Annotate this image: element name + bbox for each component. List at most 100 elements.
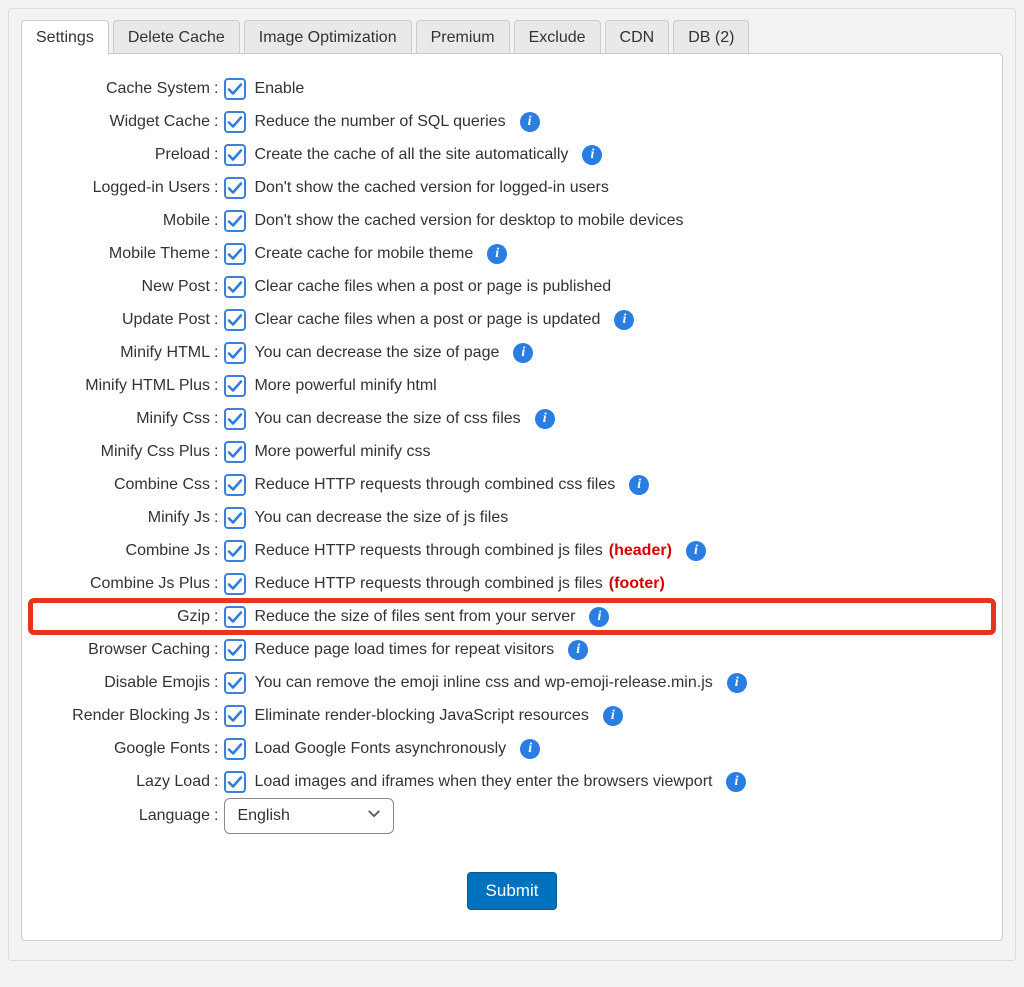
checkbox-browser-caching[interactable] bbox=[224, 639, 246, 661]
label-combine-js: Combine Js bbox=[34, 542, 214, 560]
label-widget-cache: Widget Cache bbox=[34, 113, 214, 131]
checkbox-minify-html[interactable] bbox=[224, 342, 246, 364]
colon: : bbox=[214, 509, 224, 527]
checkbox-cache-system[interactable] bbox=[224, 78, 246, 100]
checkbox-logged-in-users[interactable] bbox=[224, 177, 246, 199]
checkbox-combine-css[interactable] bbox=[224, 474, 246, 496]
row-language: Language : English bbox=[34, 798, 990, 834]
checkbox-minify-html-plus[interactable] bbox=[224, 375, 246, 397]
desc-mobile-theme: Create cache for mobile theme bbox=[254, 245, 473, 263]
info-icon[interactable]: i bbox=[603, 706, 623, 726]
row-mobile-theme: Mobile Theme:Create cache for mobile the… bbox=[34, 237, 990, 270]
label-logged-in-users: Logged-in Users bbox=[34, 179, 214, 197]
label-minify-css: Minify Css bbox=[34, 410, 214, 428]
info-icon[interactable]: i bbox=[614, 310, 634, 330]
badge-combine-js-plus: (footer) bbox=[609, 575, 665, 593]
label-disable-emojis: Disable Emojis bbox=[34, 674, 214, 692]
label-minify-css-plus: Minify Css Plus bbox=[34, 443, 214, 461]
submit-button[interactable]: Submit bbox=[467, 872, 558, 910]
checkbox-minify-js[interactable] bbox=[224, 507, 246, 529]
row-browser-caching: Browser Caching:Reduce page load times f… bbox=[34, 633, 990, 666]
row-mobile: Mobile:Don't show the cached version for… bbox=[34, 204, 990, 237]
tab-db-2[interactable]: DB (2) bbox=[673, 20, 749, 55]
info-icon[interactable]: i bbox=[568, 640, 588, 660]
colon: : bbox=[214, 542, 224, 560]
checkbox-new-post[interactable] bbox=[224, 276, 246, 298]
info-icon[interactable]: i bbox=[589, 607, 609, 627]
label-mobile: Mobile bbox=[34, 212, 214, 230]
row-new-post: New Post:Clear cache files when a post o… bbox=[34, 270, 990, 303]
checkbox-minify-css-plus[interactable] bbox=[224, 441, 246, 463]
desc-render-blocking-js: Eliminate render-blocking JavaScript res… bbox=[254, 707, 588, 725]
colon: : bbox=[214, 410, 224, 428]
colon: : bbox=[214, 740, 224, 758]
colon: : bbox=[214, 146, 224, 164]
info-icon[interactable]: i bbox=[727, 673, 747, 693]
desc-minify-css-plus: More powerful minify css bbox=[254, 443, 430, 461]
info-icon[interactable]: i bbox=[582, 145, 602, 165]
label-minify-html: Minify HTML bbox=[34, 344, 214, 362]
label-lazy-load: Lazy Load bbox=[34, 773, 214, 791]
checkbox-lazy-load[interactable] bbox=[224, 771, 246, 793]
tab-content-settings: Cache System: Enable Widget Cache: Reduce t… bbox=[21, 53, 1003, 941]
colon: : bbox=[214, 113, 224, 131]
desc-logged-in-users: Don't show the cached version for logged… bbox=[254, 179, 608, 197]
label-cache-system: Cache System bbox=[34, 80, 214, 98]
label-minify-js: Minify Js bbox=[34, 509, 214, 527]
colon: : bbox=[214, 773, 224, 791]
desc-minify-js: You can decrease the size of js files bbox=[254, 509, 508, 527]
row-preload: Preload:Create the cache of all the site… bbox=[34, 138, 990, 171]
label-combine-css: Combine Css bbox=[34, 476, 214, 494]
tab-cdn[interactable]: CDN bbox=[605, 20, 670, 55]
checkbox-render-blocking-js[interactable] bbox=[224, 705, 246, 727]
desc-combine-js: Reduce HTTP requests through combined js… bbox=[254, 542, 602, 560]
desc-gzip: Reduce the size of files sent from your … bbox=[254, 608, 575, 626]
row-minify-css-plus: Minify Css Plus: More powerful minify css bbox=[34, 435, 990, 468]
desc-cache-system: Enable bbox=[254, 80, 304, 98]
tab-delete-cache[interactable]: Delete Cache bbox=[113, 20, 240, 55]
checkbox-gzip[interactable] bbox=[224, 606, 246, 628]
label-update-post: Update Post bbox=[34, 311, 214, 329]
tab-settings[interactable]: Settings bbox=[21, 20, 109, 55]
colon: : bbox=[214, 80, 224, 98]
colon: : bbox=[214, 807, 224, 825]
row-combine-css: Combine Css: Reduce HTTP requests through… bbox=[34, 468, 990, 501]
colon: : bbox=[214, 476, 224, 494]
checkbox-combine-js[interactable] bbox=[224, 540, 246, 562]
checkbox-disable-emojis[interactable] bbox=[224, 672, 246, 694]
colon: : bbox=[214, 575, 224, 593]
tab-exclude[interactable]: Exclude bbox=[514, 20, 601, 55]
info-icon[interactable]: i bbox=[629, 475, 649, 495]
colon: : bbox=[214, 179, 224, 197]
info-icon[interactable]: i bbox=[487, 244, 507, 264]
tab-premium[interactable]: Premium bbox=[416, 20, 510, 55]
row-cache-system: Cache System: Enable bbox=[34, 72, 990, 105]
checkbox-preload[interactable] bbox=[224, 144, 246, 166]
label-browser-caching: Browser Caching bbox=[34, 641, 214, 659]
desc-disable-emojis: You can remove the emoji inline css and … bbox=[254, 674, 712, 692]
colon: : bbox=[214, 707, 224, 725]
checkbox-mobile-theme[interactable] bbox=[224, 243, 246, 265]
colon: : bbox=[214, 278, 224, 296]
checkbox-update-post[interactable] bbox=[224, 309, 246, 331]
info-icon[interactable]: i bbox=[535, 409, 555, 429]
language-select[interactable]: English bbox=[224, 798, 394, 834]
row-minify-html: Minify HTML:You can decrease the size of… bbox=[34, 336, 990, 369]
checkbox-minify-css[interactable] bbox=[224, 408, 246, 430]
colon: : bbox=[214, 674, 224, 692]
colon: : bbox=[214, 443, 224, 461]
info-icon[interactable]: i bbox=[520, 739, 540, 759]
checkbox-google-fonts[interactable] bbox=[224, 738, 246, 760]
checkbox-mobile[interactable] bbox=[224, 210, 246, 232]
colon: : bbox=[214, 377, 224, 395]
info-icon[interactable]: i bbox=[686, 541, 706, 561]
info-icon[interactable]: i bbox=[726, 772, 746, 792]
checkbox-widget-cache[interactable] bbox=[224, 111, 246, 133]
row-lazy-load: Lazy Load:Load images and iframes when t… bbox=[34, 765, 990, 798]
info-icon[interactable]: i bbox=[520, 112, 540, 132]
checkbox-combine-js-plus[interactable] bbox=[224, 573, 246, 595]
info-icon[interactable]: i bbox=[513, 343, 533, 363]
tab-image-optimization[interactable]: Image Optimization bbox=[244, 20, 412, 55]
colon: : bbox=[214, 311, 224, 329]
desc-combine-css: Reduce HTTP requests through combined cs… bbox=[254, 476, 615, 494]
